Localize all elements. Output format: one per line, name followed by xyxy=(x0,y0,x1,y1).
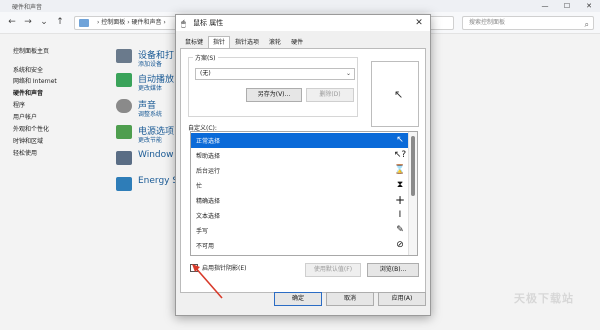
category-link[interactable]: 调整系统 xyxy=(138,109,162,118)
browse-button[interactable]: 浏览(B)... xyxy=(367,263,419,277)
crosshair-cursor-icon: + xyxy=(394,193,406,207)
sidebar-item-system-security[interactable]: 系统和安全 xyxy=(13,65,43,74)
scheme-group: 方案(S) (无) ⌄ 另存为(V)... 删除(D) xyxy=(188,53,358,117)
unavailable-cursor-icon: ⊘ xyxy=(396,240,404,250)
scrollbar-thumb[interactable] xyxy=(411,136,415,196)
dialog-title: 鼠标 属性 xyxy=(193,19,224,27)
sidebar-item-appearance[interactable]: 外观和个性化 xyxy=(13,124,49,133)
category-link[interactable]: 更改媒体 xyxy=(138,83,162,92)
sidebar-item-clock-region[interactable]: 时钟和区域 xyxy=(13,136,43,145)
busy-cursor-icon: ⧗ xyxy=(396,180,404,190)
category-title[interactable]: Energy S xyxy=(138,176,178,186)
cursor-list[interactable]: 正常选择 ↖ 帮助选择 ↖? 后台运行 ⌛ 忙 ⧗ 精确选择 + 文本选择 I xyxy=(190,131,418,256)
arrow-cursor-icon: ↖ xyxy=(396,135,404,145)
close-icon[interactable]: ✕ xyxy=(412,16,426,30)
watermark: 天极下载站 xyxy=(514,292,574,305)
tab-pointers[interactable]: 指针 xyxy=(208,36,231,48)
save-as-button[interactable]: 另存为(V)... xyxy=(246,88,302,102)
forward-arrow-icon[interactable]: → xyxy=(22,16,34,28)
window-title: 硬件和声音 xyxy=(12,4,43,11)
tab-strip: 鼠标键 指针 指针选项 滚轮 硬件 xyxy=(180,36,308,48)
cursor-preview: ↖ xyxy=(371,61,419,127)
scheme-legend: 方案(S) xyxy=(193,53,218,62)
pen-cursor-icon: ✎ xyxy=(396,225,404,235)
cursor-label: 不可用 xyxy=(196,243,215,250)
recent-chevron-icon[interactable]: ⌄ xyxy=(38,16,50,28)
scheme-dropdown[interactable]: (无) ⌄ xyxy=(195,68,355,80)
maximize-button[interactable]: ☐ xyxy=(556,0,578,12)
sidebar-item-user-accounts[interactable]: 用户帐户 xyxy=(13,112,37,121)
annotation-arrow xyxy=(192,264,223,299)
search-icon: ⌕ xyxy=(584,20,589,29)
tab-hardware[interactable]: 硬件 xyxy=(286,36,308,48)
sidebar-item-programs[interactable]: 程序 xyxy=(13,100,25,109)
category-link[interactable]: 更改节能 xyxy=(138,135,162,144)
sidebar: 控制面板主页 系统和安全 网络和 Internet 硬件和声音 程序 用户帐户 … xyxy=(0,34,100,330)
control-panel-titlebar: 硬件和声音 — ☐ ✕ xyxy=(0,0,600,12)
tab-wheel[interactable]: 滚轮 xyxy=(264,36,286,48)
cancel-button[interactable]: 取消 xyxy=(326,292,374,306)
help-cursor-icon: ↖? xyxy=(393,150,407,160)
sidebar-item-network[interactable]: 网络和 Internet xyxy=(13,76,57,85)
cursor-label: 正常选择 xyxy=(196,138,221,145)
scheme-value: (无) xyxy=(200,70,211,77)
list-item[interactable]: 正常选择 ↖ xyxy=(191,133,409,148)
arrow-cursor-icon: ↖ xyxy=(394,88,404,101)
mobility-icon xyxy=(116,151,132,165)
tab-buttons[interactable]: 鼠标键 xyxy=(180,36,208,48)
cursor-label: 帮助选择 xyxy=(196,153,221,160)
cursor-label: 文本选择 xyxy=(196,213,221,220)
sidebar-item-home[interactable]: 控制面板主页 xyxy=(13,46,49,55)
category-title[interactable]: Window xyxy=(138,150,174,160)
dialog-titlebar[interactable]: 🖱 鼠标 属性 ✕ xyxy=(176,15,430,31)
cursor-label: 精确选择 xyxy=(196,198,221,205)
list-item[interactable]: 帮助选择 ↖? xyxy=(191,148,409,163)
list-item[interactable]: 忙 ⧗ xyxy=(191,178,409,193)
sidebar-item-ease-of-access[interactable]: 轻松使用 xyxy=(13,148,37,157)
cursor-label: 手写 xyxy=(196,228,209,235)
speaker-icon xyxy=(116,99,132,113)
list-item[interactable]: 后台运行 ⌛ xyxy=(191,163,409,178)
chevron-down-icon: ⌄ xyxy=(345,70,351,77)
pointers-panel: 方案(S) (无) ⌄ 另存为(V)... 删除(D) ↖ 自定义(C): 正常… xyxy=(180,48,426,293)
control-panel-icon xyxy=(79,19,89,27)
list-item[interactable]: 文本选择 I xyxy=(191,208,409,223)
energy-icon xyxy=(116,177,132,191)
cursor-label: 后台运行 xyxy=(196,168,221,175)
use-default-button[interactable]: 使用默认值(F) xyxy=(305,263,361,277)
list-scrollbar[interactable] xyxy=(408,132,417,255)
search-placeholder: 搜索控制面板 xyxy=(469,19,506,26)
cursor-label: 忙 xyxy=(196,183,203,190)
delete-button[interactable]: 删除(D) xyxy=(306,88,354,102)
sidebar-item-hardware-sound[interactable]: 硬件和声音 xyxy=(13,88,43,97)
working-cursor-icon: ⌛ xyxy=(394,165,406,175)
text-cursor-icon: I xyxy=(398,210,402,220)
back-arrow-icon[interactable]: ← xyxy=(6,16,18,28)
minimize-button[interactable]: — xyxy=(534,0,556,12)
close-button[interactable]: ✕ xyxy=(578,0,600,12)
printer-icon xyxy=(116,49,132,63)
search-input[interactable]: 搜索控制面板 ⌕ xyxy=(462,16,594,30)
autoplay-icon xyxy=(116,73,132,87)
list-item[interactable]: 手写 ✎ xyxy=(191,223,409,238)
up-arrow-icon[interactable]: ↑ xyxy=(54,16,66,28)
battery-icon xyxy=(116,125,132,139)
breadcrumb: › 控制面板 › 硬件和声音 › xyxy=(97,19,166,26)
apply-button[interactable]: 应用(A) xyxy=(378,292,426,306)
mouse-icon: 🖱 xyxy=(181,19,186,28)
list-item[interactable]: 不可用 ⊘ xyxy=(191,238,409,253)
list-item[interactable]: 精确选择 + xyxy=(191,193,409,208)
tab-pointer-options[interactable]: 指针选项 xyxy=(230,36,264,48)
ok-button[interactable]: 确定 xyxy=(274,292,322,306)
category-link[interactable]: 添加设备 xyxy=(138,59,162,68)
